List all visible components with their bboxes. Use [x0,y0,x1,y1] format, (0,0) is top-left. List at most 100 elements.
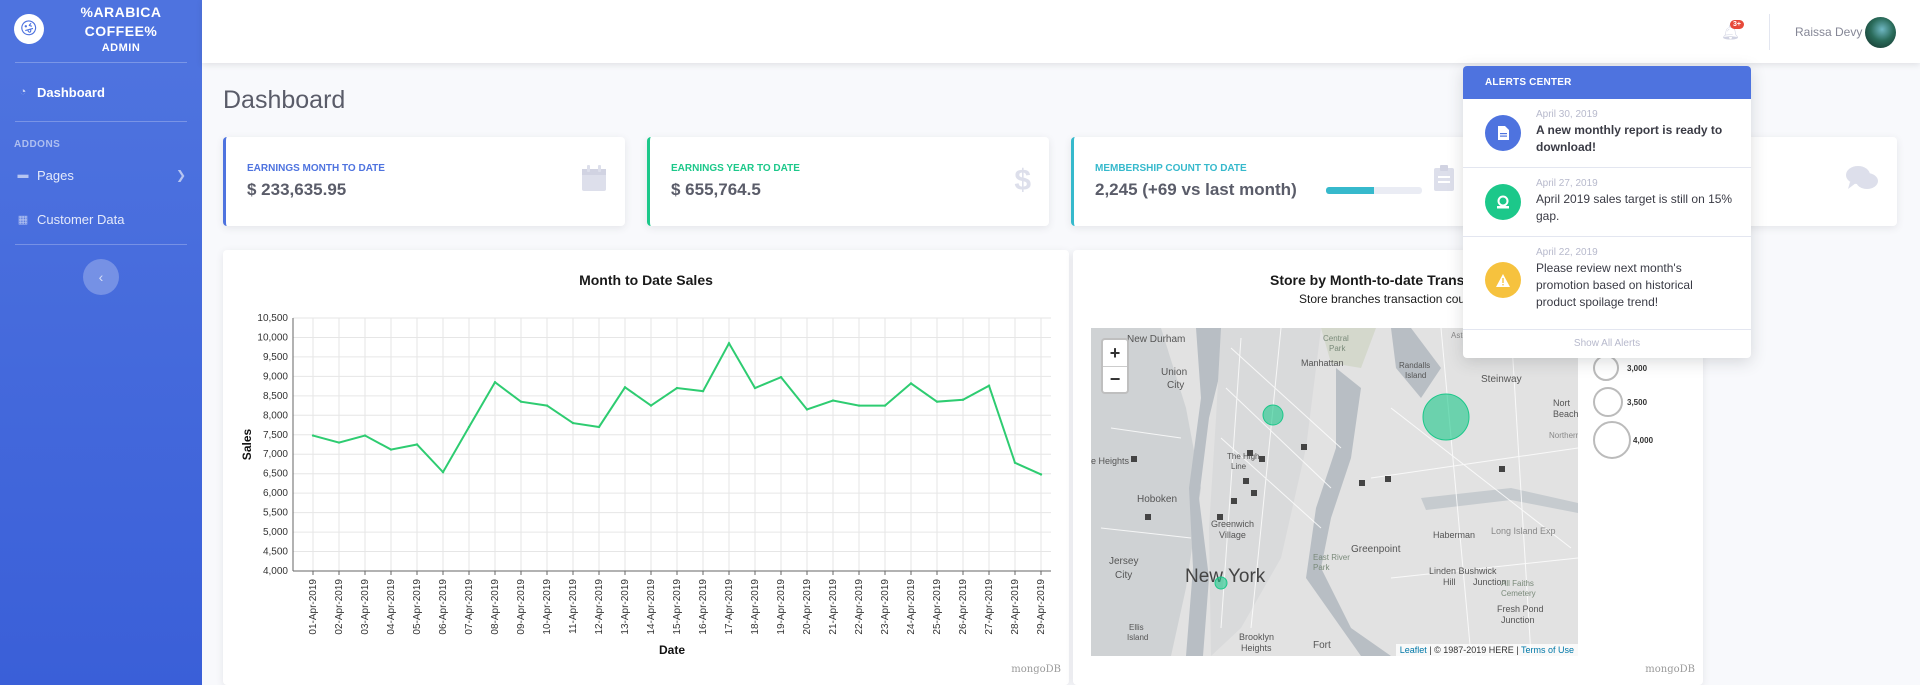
file-icon [1485,115,1521,151]
sidebar-item-dashboard[interactable]: ◔ Dashboard [0,63,202,121]
y-tick-label: 10,000 [257,332,288,343]
table-icon: ▦ [17,213,29,226]
sidebar-item-pages[interactable]: ▬ Pages ❯ [0,156,202,194]
x-tick-label: 26-Apr-2019 [958,579,969,635]
svg-text:Union: Union [1161,367,1187,378]
card-earnings-month: EARNINGS MONTH TO DATE $ 233,635.95 [223,137,625,226]
svg-text:Fort: Fort [1313,640,1331,651]
card-value: $ 233,635.95 [247,180,347,199]
leaflet-link[interactable]: Leaflet [1400,645,1427,655]
y-tick-label: 5,500 [263,508,288,519]
alert-item[interactable]: April 30, 2019 A new monthly report is r… [1463,99,1751,168]
alert-text: A new monthly report is ready to downloa… [1536,123,1723,154]
x-tick-label: 23-Apr-2019 [880,579,891,635]
card-label: MEMBERSHIP COUNT TO DATE [1095,163,1247,174]
mongodb-logo: mongoDB [1645,664,1695,675]
x-tick-label: 01-Apr-2019 [308,579,319,635]
sales-data-point [519,400,523,403]
sidebar-toggle-button[interactable]: ‹ [83,259,119,295]
svg-text:Northern: Northern [1549,431,1578,440]
svg-text:Island: Island [1127,633,1148,642]
sidebar-item-label: Dashboard [37,84,105,100]
zoom-out-button[interactable]: − [1103,366,1127,392]
sales-data-point [571,421,575,425]
x-tick-label: 22-Apr-2019 [854,579,865,635]
alert-date: April 22, 2019 [1536,247,1598,258]
alert-item[interactable]: April 22, 2019 Please review next month'… [1463,237,1751,330]
sidebar: 😜 %ARABICA COFFEE% ADMIN ◔ Dashboard ADD… [0,0,202,685]
brand-text: %ARABICA COFFEE% ADMIN [56,3,186,55]
sales-data-point [779,375,783,379]
x-tick-label: 14-Apr-2019 [646,579,657,635]
sidebar-item-customer-data[interactable]: ▦ Customer Data [0,194,202,244]
sales-data-point [753,386,757,390]
sales-data-point [493,381,497,384]
legend-label: 3,000 [1627,364,1648,373]
sales-data-point [987,384,991,387]
sales-data-point [623,386,627,389]
x-tick-label: 27-Apr-2019 [984,579,995,635]
map-title: Store by Month-to-date Trans [1270,272,1465,288]
sales-data-point [337,441,341,444]
sales-data-point [311,434,315,437]
y-tick-label: 6,500 [263,469,288,480]
sales-line-chart: 4,000 4,500 5,000 5,500 6,000 6,500 7,000 7,500… [240,313,1051,657]
x-tick-label: 18-Apr-2019 [750,579,761,635]
svg-text:Linden Bushwick: Linden Bushwick [1429,566,1497,576]
x-tick-label: 28-Apr-2019 [1010,579,1021,635]
clipboard-icon [1433,164,1455,200]
alert-date: April 30, 2019 [1536,109,1598,120]
show-all-alerts-link[interactable]: Show All Alerts [1463,330,1751,358]
user-name[interactable]: Raissa Devy [1795,25,1862,39]
card-value: $ 655,764.5 [671,180,761,199]
svg-text:Manhattan: Manhattan [1301,358,1344,368]
svg-text:Ellis: Ellis [1129,623,1144,632]
calendar-icon [581,164,607,200]
svg-text:City: City [1115,570,1132,581]
folder-icon: ▬ [17,169,29,181]
svg-text:Park: Park [1313,563,1330,572]
map-tiles: New Durham Union City Central Park Manhat… [1091,328,1578,656]
svg-text:Line: Line [1231,462,1247,471]
donate-icon [1485,184,1521,220]
svg-text:Junction: Junction [1501,615,1535,625]
map-subtitle: Store branches transaction cou [1299,292,1466,306]
mongodb-logo: mongoDB [1011,664,1061,675]
comments-icon [1845,164,1879,200]
sales-data-point [363,434,367,437]
sales-data-point [545,404,549,407]
alert-text: April 2019 sales target is still on 15% … [1536,192,1733,223]
y-tick-label: 8,500 [263,391,288,402]
svg-text:Park: Park [1329,344,1346,353]
y-tick-label: 8,000 [263,410,288,421]
legend-circle [1593,355,1619,381]
y-tick-label: 7,500 [263,430,288,441]
y-tick-label: 9,000 [263,371,288,382]
terms-link[interactable]: Terms of Use [1521,645,1574,655]
x-tick-label: 20-Apr-2019 [802,579,813,635]
x-tick-label: 09-Apr-2019 [516,579,527,635]
x-tick-label: 06-Apr-2019 [438,579,449,635]
x-tick-label: 10-Apr-2019 [542,579,553,635]
alerts-dropdown-toggle[interactable]: 🔔︎ 3+ [1721,20,1744,41]
svg-text:All Faiths: All Faiths [1501,579,1534,588]
legend-label: 3,500 [1627,398,1648,407]
svg-text:Greenpoint: Greenpoint [1351,544,1401,555]
sales-data-point [831,399,835,402]
svg-text:Haberman: Haberman [1433,530,1475,540]
sales-data-point [805,408,809,411]
legend-circle [1593,387,1623,417]
page-title: Dashboard [223,86,346,114]
brand-link[interactable]: 😜 %ARABICA COFFEE% ADMIN [0,0,202,58]
x-tick-label: 16-Apr-2019 [698,579,709,635]
sales-data-point [649,404,653,407]
svg-text:Brooklyn: Brooklyn [1239,632,1274,642]
card-label: EARNINGS MONTH TO DATE [247,163,385,174]
topbar: 🔔︎ 3+ Raissa Devy [202,0,1920,63]
svg-text:Village: Village [1219,530,1246,540]
alert-item[interactable]: April 27, 2019 April 2019 sales target i… [1463,168,1751,237]
avatar[interactable] [1865,17,1896,48]
zoom-in-button[interactable]: + [1103,340,1127,366]
sales-data-point [389,448,393,451]
store-map[interactable]: New Durham Union City Central Park Manhat… [1091,328,1578,656]
